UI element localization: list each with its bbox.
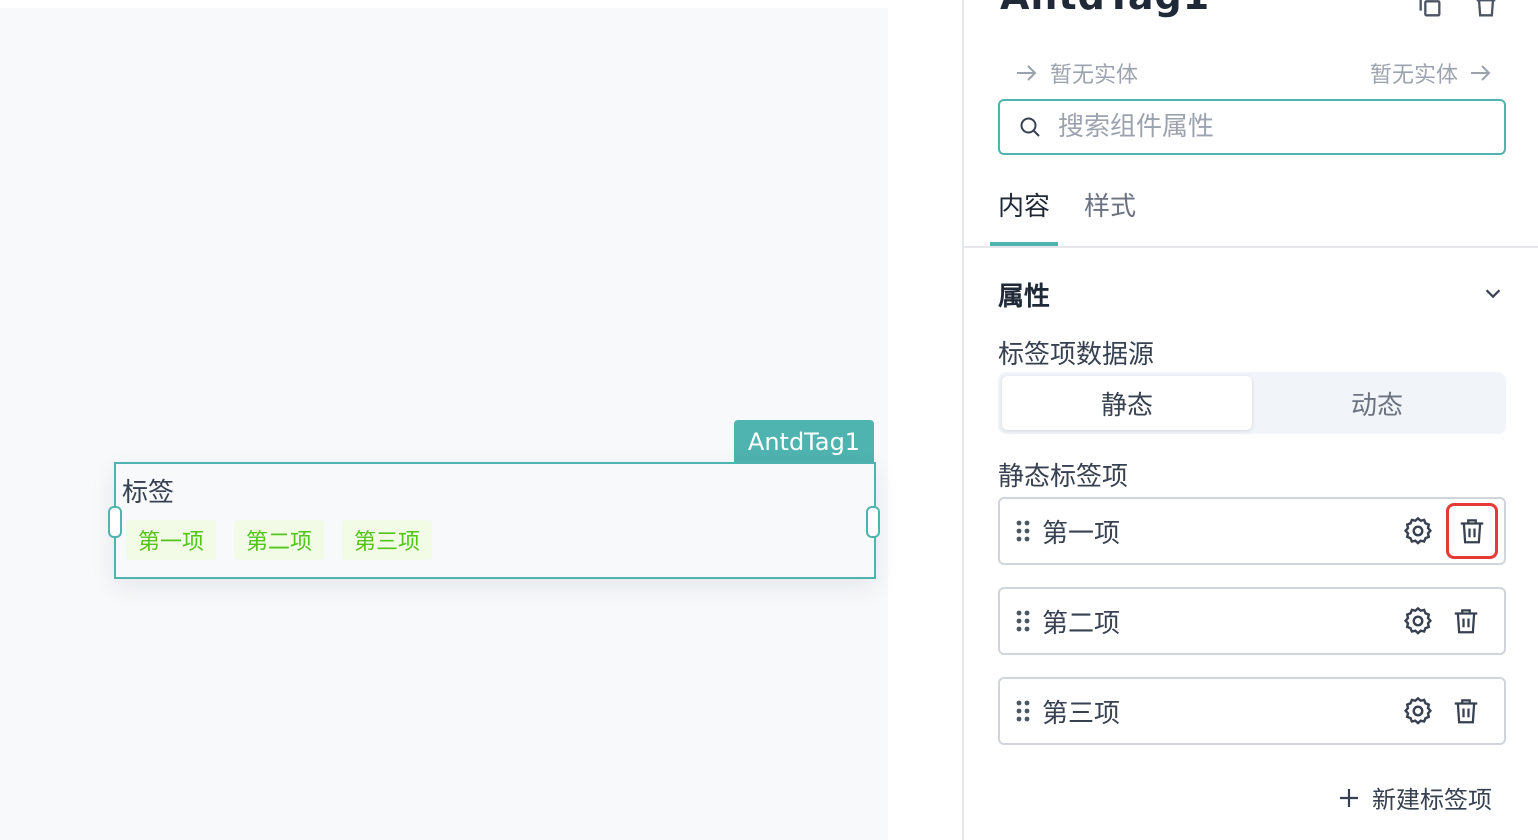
add-tag-item-label: 新建标签项 — [1372, 786, 1492, 814]
plus-icon — [1340, 788, 1358, 807]
properties-panel: AntdTag1 暂无实体 暂无实体 内容 样式 属性 — [962, 0, 1538, 840]
list-item-label: 第一项 — [1042, 518, 1121, 549]
list-item-label: 第三项 — [1042, 698, 1121, 729]
drag-handle-icon[interactable] — [1014, 518, 1032, 544]
entity-right[interactable]: 暂无实体 — [1370, 57, 1494, 89]
tab-style[interactable]: 样式 — [1084, 186, 1136, 246]
list-item-label: 第二项 — [1042, 608, 1121, 639]
item-delete-button[interactable] — [1446, 691, 1486, 731]
chevron-down-icon[interactable] — [1482, 282, 1504, 304]
list-item: 第三项 — [998, 677, 1506, 745]
datasource-label: 标签项数据源 — [998, 340, 1155, 370]
trash-icon — [1454, 699, 1478, 724]
component-name-label[interactable]: AntdTag1 — [734, 420, 874, 463]
tag-item-3[interactable]: 第三项 — [342, 520, 433, 560]
entity-left[interactable]: 暂无实体 — [1014, 57, 1138, 89]
item-settings-button[interactable] — [1398, 691, 1438, 731]
entity-row: 暂无实体 暂无实体 — [1014, 56, 1494, 90]
item-delete-button[interactable] — [1446, 601, 1486, 641]
datasource-static-option[interactable]: 静态 — [1002, 376, 1252, 430]
list-item: 第一项 — [998, 497, 1506, 565]
resize-handle-left[interactable] — [108, 506, 122, 538]
arrow-right-icon — [1471, 65, 1491, 81]
drag-handle-icon[interactable] — [1014, 698, 1032, 724]
entity-left-text: 暂无实体 — [1050, 63, 1139, 88]
item-delete-button[interactable] — [1446, 503, 1498, 559]
tabs-divider — [964, 246, 1538, 248]
tag-row: 第一项 第二项 第三项 — [126, 520, 433, 560]
item-settings-button[interactable] — [1398, 511, 1438, 551]
entity-right-text: 暂无实体 — [1369, 63, 1458, 88]
gear-icon — [1403, 606, 1433, 635]
component-title: 标签 — [122, 478, 175, 508]
datasource-dynamic-option[interactable]: 动态 — [1252, 376, 1502, 430]
search-box[interactable] — [998, 99, 1506, 155]
gear-icon — [1403, 516, 1433, 545]
selected-tag-component[interactable]: 标签 第一项 第二项 第三项 — [114, 462, 876, 579]
item-settings-button[interactable] — [1398, 601, 1438, 641]
static-items-label: 静态标签项 — [998, 462, 1129, 492]
trash-icon — [1460, 519, 1484, 544]
panel-tabs: 内容 样式 — [989, 186, 1136, 246]
gear-icon — [1403, 696, 1433, 725]
section-title[interactable]: 属性 — [998, 276, 1050, 313]
arrow-right-icon — [1017, 65, 1037, 81]
list-item: 第二项 — [998, 587, 1506, 655]
resize-handle-right[interactable] — [866, 506, 880, 538]
panel-title: AntdTag1 — [1000, 0, 1210, 18]
tab-content[interactable]: 内容 — [989, 186, 1059, 246]
add-tag-item-button[interactable]: 新建标签项 — [1338, 780, 1492, 815]
drag-handle-icon[interactable] — [1014, 608, 1032, 634]
tag-item-2[interactable]: 第二项 — [234, 520, 325, 560]
trash-icon — [1454, 609, 1478, 634]
copy-icon[interactable] — [1416, 0, 1444, 20]
tag-item-1[interactable]: 第一项 — [126, 520, 217, 560]
search-icon — [1020, 117, 1040, 137]
search-input[interactable] — [1056, 111, 1480, 143]
datasource-toggle: 静态 动态 — [998, 372, 1506, 434]
delete-icon[interactable] — [1472, 0, 1500, 20]
